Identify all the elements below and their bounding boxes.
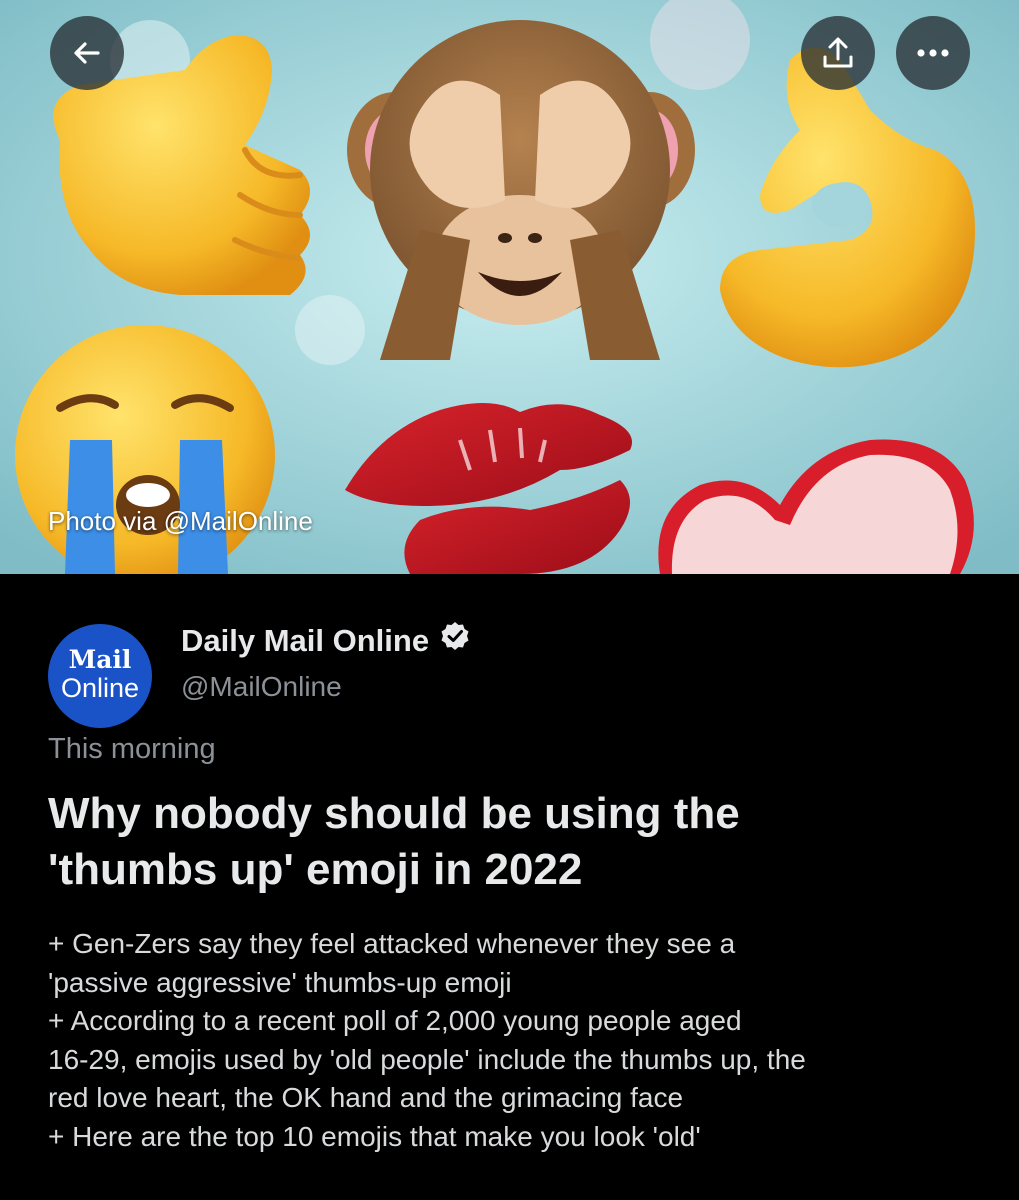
summary-line: + According to a recent poll of 2,000 yo… (48, 1005, 742, 1036)
back-button[interactable] (50, 16, 124, 90)
article-summary: + Gen-Zers say they feel attacked whenev… (48, 925, 988, 1156)
arrow-left-icon (74, 42, 100, 64)
avatar-logo-line2: Online (60, 673, 140, 703)
photo-credit: Photo via @MailOnline (48, 506, 313, 536)
more-dots-icon (917, 49, 949, 57)
summary-line: 'passive aggressive' thumbs-up emoji (48, 966, 512, 998)
display-name-text: Daily Mail Online (181, 622, 430, 658)
avatar-logo-line1: Mail (68, 645, 132, 674)
emoji-collage-image (0, 0, 1019, 574)
post-timestamp: This morning (48, 733, 216, 765)
share-button[interactable] (801, 16, 875, 90)
summary-line: 16-29, emojis used by 'old people' inclu… (48, 1043, 806, 1075)
headline-line: 'thumbs up' emoji in 2022 (48, 845, 583, 894)
more-options-button[interactable] (896, 16, 970, 90)
avatar[interactable]: Mail Online (48, 624, 152, 728)
author-names: Daily Mail Online @MailOnline (181, 620, 471, 728)
headline-line: Why nobody should be using the (48, 789, 740, 838)
article-headline[interactable]: Why nobody should be using the 'thumbs u… (48, 786, 978, 898)
author-display-name[interactable]: Daily Mail Online (181, 620, 471, 661)
author-row[interactable]: Mail Online Daily Mail Online @MailOnlin… (48, 622, 471, 728)
summary-line: + Gen-Zers say they feel attacked whenev… (48, 928, 736, 959)
share-upload-icon (823, 37, 853, 68)
summary-line: + Here are the top 10 emojis that make y… (48, 1120, 701, 1152)
author-handle[interactable]: @MailOnline (181, 667, 471, 707)
verified-badge-icon (439, 620, 471, 661)
hero-photo[interactable]: Photo via @MailOnline (0, 0, 1019, 574)
summary-line: red love heart, the OK hand and the grim… (48, 1082, 684, 1113)
